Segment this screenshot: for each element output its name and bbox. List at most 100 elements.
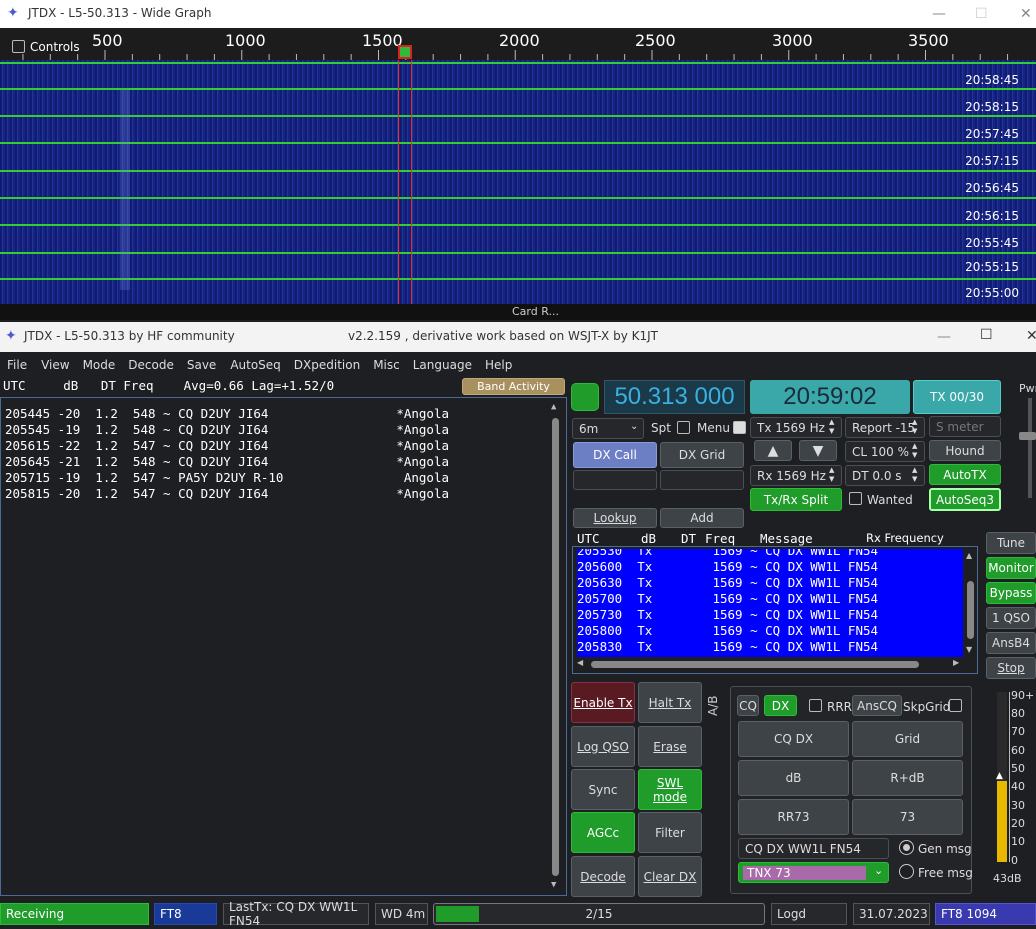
- hound-button[interactable]: Hound: [929, 440, 1001, 461]
- rr73-button[interactable]: RR73: [738, 799, 849, 835]
- spin-arrows-icon[interactable]: ▲ ▼: [829, 418, 834, 436]
- freq-up-button[interactable]: ▲: [754, 440, 792, 461]
- menu-file[interactable]: File: [7, 358, 27, 372]
- s-meter-field[interactable]: S meter: [929, 416, 1001, 437]
- freq-down-button[interactable]: ▼: [799, 440, 837, 461]
- rx-vscrollbar[interactable]: ▲ ▼: [965, 551, 976, 655]
- dx-grid-button[interactable]: DX Grid: [660, 442, 744, 468]
- menu-save[interactable]: Save: [187, 358, 216, 372]
- add-button[interactable]: Add: [660, 508, 744, 528]
- tx-counter[interactable]: TX 00/30: [913, 380, 1001, 414]
- sync-button[interactable]: Sync: [571, 769, 635, 810]
- monitor-button[interactable]: Monitor: [986, 557, 1036, 579]
- menu-checkbox[interactable]: [733, 421, 746, 434]
- rx-hscrollbar[interactable]: ◀ ▶: [577, 658, 963, 670]
- wanted-checkbox[interactable]: [849, 492, 862, 505]
- rx-frequency-spin[interactable]: Rx 1569 Hz ▲ ▼: [750, 465, 842, 486]
- report-spin[interactable]: Report -15 ▲ ▼: [845, 417, 925, 438]
- dx-call-input[interactable]: [573, 470, 657, 490]
- menu-language[interactable]: Language: [413, 358, 472, 372]
- tx-row[interactable]: 205600 Tx 1569 ~ CQ DX WW1L FN54: [577, 559, 963, 575]
- scroll-down-icon[interactable]: ▼: [966, 645, 972, 654]
- dx-call-button[interactable]: DX Call: [573, 442, 657, 468]
- cq-button[interactable]: CQ: [737, 695, 759, 716]
- free-msg-combo[interactable]: TNX 73 ⌄: [738, 862, 889, 883]
- dt-spin[interactable]: DT 0.0 s ▲ ▼: [845, 465, 925, 486]
- band-activity-list[interactable]: 205445 -20 1.2 548 ~ CQ D2UY JI64 *Angol…: [0, 397, 567, 896]
- menu-decode[interactable]: Decode: [128, 358, 174, 372]
- tx-row[interactable]: 205630 Tx 1569 ~ CQ DX WW1L FN54: [577, 575, 963, 591]
- close-icon[interactable]: ✕: [1020, 6, 1032, 22]
- enable-tx-button[interactable]: Enable Tx: [571, 682, 635, 723]
- frequency-scale[interactable]: Controls 500 1000 1500 2000 2500 3000 35…: [0, 28, 1036, 60]
- menu-misc[interactable]: Misc: [373, 358, 400, 372]
- dx-button[interactable]: DX: [764, 695, 797, 716]
- anscq-button[interactable]: AnsCQ: [852, 695, 902, 716]
- cq-dx-button[interactable]: CQ DX: [738, 721, 849, 757]
- spin-arrows-icon[interactable]: ▲ ▼: [912, 466, 917, 484]
- filter-button[interactable]: Filter: [638, 812, 702, 853]
- log-qso-button[interactable]: Log QSO: [571, 726, 635, 767]
- waterfall[interactable]: 20:58:45 20:58:15 20:57:45 20:57:15 20:5…: [0, 60, 1036, 320]
- scroll-left-icon[interactable]: ◀: [577, 658, 583, 667]
- menu-mode[interactable]: Mode: [83, 358, 116, 372]
- bypass-button[interactable]: Bypass: [986, 582, 1036, 604]
- band-scrollbar[interactable]: ▲ ▼: [550, 402, 562, 892]
- decode-row[interactable]: 205715 -19 1.2 547 ~ PA5Y D2UY R-10 Ango…: [5, 470, 449, 486]
- scroll-right-icon[interactable]: ▶: [953, 658, 959, 667]
- minimize-icon[interactable]: —: [932, 6, 946, 22]
- autoseq3-button[interactable]: AutoSeq3: [929, 488, 1001, 511]
- clear-dx-button[interactable]: Clear DX: [638, 856, 702, 897]
- tx-row[interactable]: 205700 Tx 1569 ~ CQ DX WW1L FN54: [577, 591, 963, 607]
- tx-row[interactable]: 205830 Tx 1569 ~ CQ DX WW1L FN54: [577, 639, 963, 655]
- skpgrid-checkbox[interactable]: [949, 699, 962, 712]
- txrx-split-button[interactable]: Tx/Rx Split: [750, 488, 842, 511]
- decode-row[interactable]: 205615 -22 1.2 547 ~ CQ D2UY JI64 *Angol…: [5, 438, 449, 454]
- scroll-up-icon[interactable]: ▲: [966, 551, 972, 560]
- lookup-button[interactable]: Lookup: [573, 508, 657, 528]
- scroll-thumb[interactable]: [591, 661, 919, 668]
- tx-frequency-spin[interactable]: Tx 1569 Hz ▲ ▼: [750, 417, 842, 438]
- band-activity-button[interactable]: Band Activity: [462, 378, 565, 395]
- decode-row[interactable]: 205545 -19 1.2 548 ~ CQ D2UY JI64 *Angol…: [5, 422, 449, 438]
- decode-row[interactable]: 205815 -20 1.2 547 ~ CQ D2UY JI64 *Angol…: [5, 486, 449, 502]
- tx-row[interactable]: 205730 Tx 1569 ~ CQ DX WW1L FN54: [577, 607, 963, 623]
- scroll-thumb[interactable]: [552, 418, 559, 876]
- erase-button[interactable]: Erase: [638, 726, 702, 767]
- tx-row[interactable]: 205530 Tx 1569 ~ CQ DX WW1L FN54: [577, 549, 963, 559]
- menu-dxpedition[interactable]: DXpedition: [294, 358, 360, 372]
- spt-checkbox[interactable]: [677, 421, 690, 434]
- autotx-button[interactable]: AutoTX: [929, 464, 1001, 485]
- halt-tx-button[interactable]: Halt Tx: [638, 682, 702, 723]
- frequency-display[interactable]: 50.313 000: [604, 380, 745, 414]
- gen-msg-field[interactable]: CQ DX WW1L FN54: [738, 838, 889, 859]
- close-icon[interactable]: ✕: [1026, 328, 1036, 344]
- tune-button[interactable]: Tune: [986, 532, 1036, 554]
- 73-button[interactable]: 73: [852, 799, 963, 835]
- gen-msg-radio[interactable]: [899, 840, 914, 855]
- ansb4-button[interactable]: AnsB4: [986, 632, 1036, 654]
- rdb-button[interactable]: R+dB: [852, 760, 963, 796]
- db-button[interactable]: dB: [738, 760, 849, 796]
- dx-grid-input[interactable]: [660, 470, 744, 490]
- minimize-icon[interactable]: —: [937, 329, 951, 345]
- spin-arrows-icon[interactable]: ▲ ▼: [912, 442, 917, 460]
- decode-button[interactable]: Decode: [571, 856, 635, 897]
- rx-frequency-list[interactable]: 205530 Tx 1569 ~ CQ DX WW1L FN54 205600 …: [572, 546, 978, 674]
- grid-button[interactable]: Grid: [852, 721, 963, 757]
- power-slider-handle[interactable]: [1019, 432, 1036, 440]
- rrr-checkbox[interactable]: [809, 699, 822, 712]
- spin-arrows-icon[interactable]: ▲ ▼: [912, 418, 917, 436]
- free-msg-radio[interactable]: [899, 864, 914, 879]
- agcc-button[interactable]: AGCc: [571, 812, 635, 853]
- menu-autoseq[interactable]: AutoSeq: [230, 358, 280, 372]
- scroll-up-icon[interactable]: ▲: [551, 402, 556, 412]
- menu-view[interactable]: View: [41, 358, 69, 372]
- tx-row[interactable]: 205800 Tx 1569 ~ CQ DX WW1L FN54: [577, 623, 963, 639]
- maximize-icon[interactable]: ☐: [975, 6, 988, 22]
- maximize-icon[interactable]: ☐: [980, 327, 993, 343]
- scroll-thumb[interactable]: [967, 581, 974, 639]
- cl-spin[interactable]: CL 100 % ▲ ▼: [845, 441, 925, 462]
- stop-button[interactable]: Stop: [986, 657, 1036, 679]
- ab-toggle-label[interactable]: A/B: [706, 688, 728, 716]
